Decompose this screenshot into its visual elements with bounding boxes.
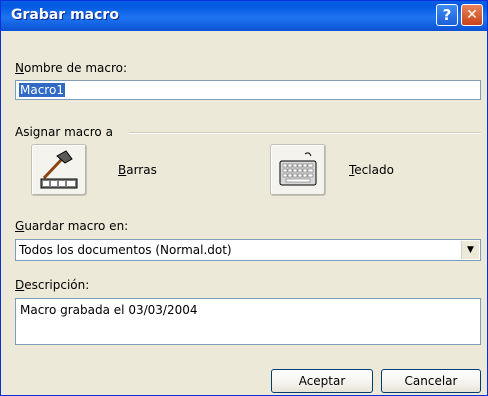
close-icon: ✕ <box>466 7 478 23</box>
assign-macro-label: Asignar macro a <box>15 125 113 139</box>
keyboard-label: Teclado <box>349 163 394 177</box>
macro-name-label-accel: N <box>15 61 24 75</box>
store-macro-label-text: uardar macro en: <box>24 219 129 233</box>
window-title: Grabar macro <box>11 7 119 23</box>
store-macro-select[interactable]: Todos los documentos (Normal.dot) ▼ <box>15 239 481 261</box>
macro-name-label: Nombre de macro: <box>15 61 127 75</box>
toolbars-label-accel: B <box>118 163 127 177</box>
macro-name-input[interactable]: Macro1 <box>15 80 481 100</box>
record-macro-dialog: Grabar macro ? ✕ Nombre de macro: Macro1… <box>0 0 488 396</box>
description-label: Descripción: <box>15 278 89 292</box>
toolbars-label-text: arras <box>126 163 157 177</box>
keyboard-button[interactable] <box>270 144 326 196</box>
hammer-toolbar-icon <box>40 150 78 189</box>
macro-name-value: Macro1 <box>19 83 65 97</box>
help-button[interactable]: ? <box>436 4 458 26</box>
store-macro-label-accel: G <box>15 219 25 233</box>
description-label-text: escripción: <box>24 278 90 292</box>
description-textarea[interactable]: Macro grabada el 03/03/2004 <box>15 298 481 345</box>
help-icon: ? <box>442 6 452 24</box>
description-value: Macro grabada el 03/03/2004 <box>20 303 198 317</box>
store-macro-label: Guardar macro en: <box>15 219 128 233</box>
keyboard-icon <box>279 152 317 186</box>
cancel-button[interactable]: Cancelar <box>381 369 481 393</box>
dropdown-button[interactable]: ▼ <box>461 241 479 259</box>
toolbars-button[interactable] <box>31 144 87 196</box>
chevron-down-icon: ▼ <box>467 245 474 255</box>
ok-button[interactable]: Aceptar <box>271 369 373 393</box>
title-bar[interactable]: Grabar macro ? ✕ <box>1 1 487 31</box>
assign-group-divider <box>129 132 481 134</box>
keyboard-label-text: eclado <box>354 163 394 177</box>
toolbars-label: Barras <box>118 163 157 177</box>
close-button[interactable]: ✕ <box>461 4 483 26</box>
store-macro-value: Todos los documentos (Normal.dot) <box>19 243 232 257</box>
macro-name-label-text: ombre de macro: <box>23 61 128 75</box>
description-label-accel: D <box>15 278 25 292</box>
